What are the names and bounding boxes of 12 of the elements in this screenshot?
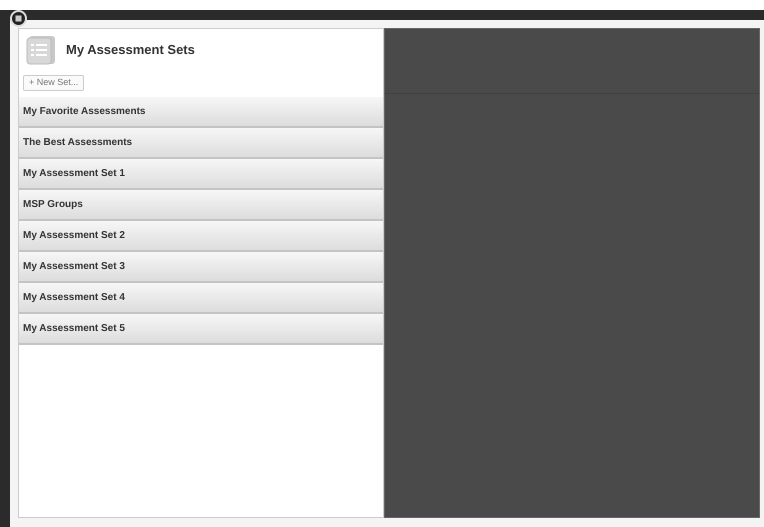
assessment-set-item[interactable]: My Assessment Set 2 bbox=[19, 221, 383, 252]
new-set-button[interactable]: + New Set... bbox=[23, 74, 84, 90]
panel-title: My Assessment Sets bbox=[66, 41, 195, 60]
list-document-icon bbox=[26, 35, 56, 65]
assessment-set-item[interactable]: My Assessment Set 5 bbox=[19, 314, 383, 345]
assessment-set-item[interactable]: My Assessment Set 1 bbox=[19, 159, 383, 190]
assessment-set-item[interactable]: My Assessment Set 3 bbox=[19, 252, 383, 283]
assessment-set-item[interactable]: My Favorite Assessments bbox=[19, 97, 383, 128]
assessment-set-item[interactable]: The Best Assessments bbox=[19, 128, 383, 159]
close-icon[interactable] bbox=[10, 10, 27, 27]
assessment-set-item[interactable]: My Assessment Set 4 bbox=[19, 283, 383, 314]
assessment-set-item[interactable]: MSP Groups bbox=[19, 190, 383, 221]
